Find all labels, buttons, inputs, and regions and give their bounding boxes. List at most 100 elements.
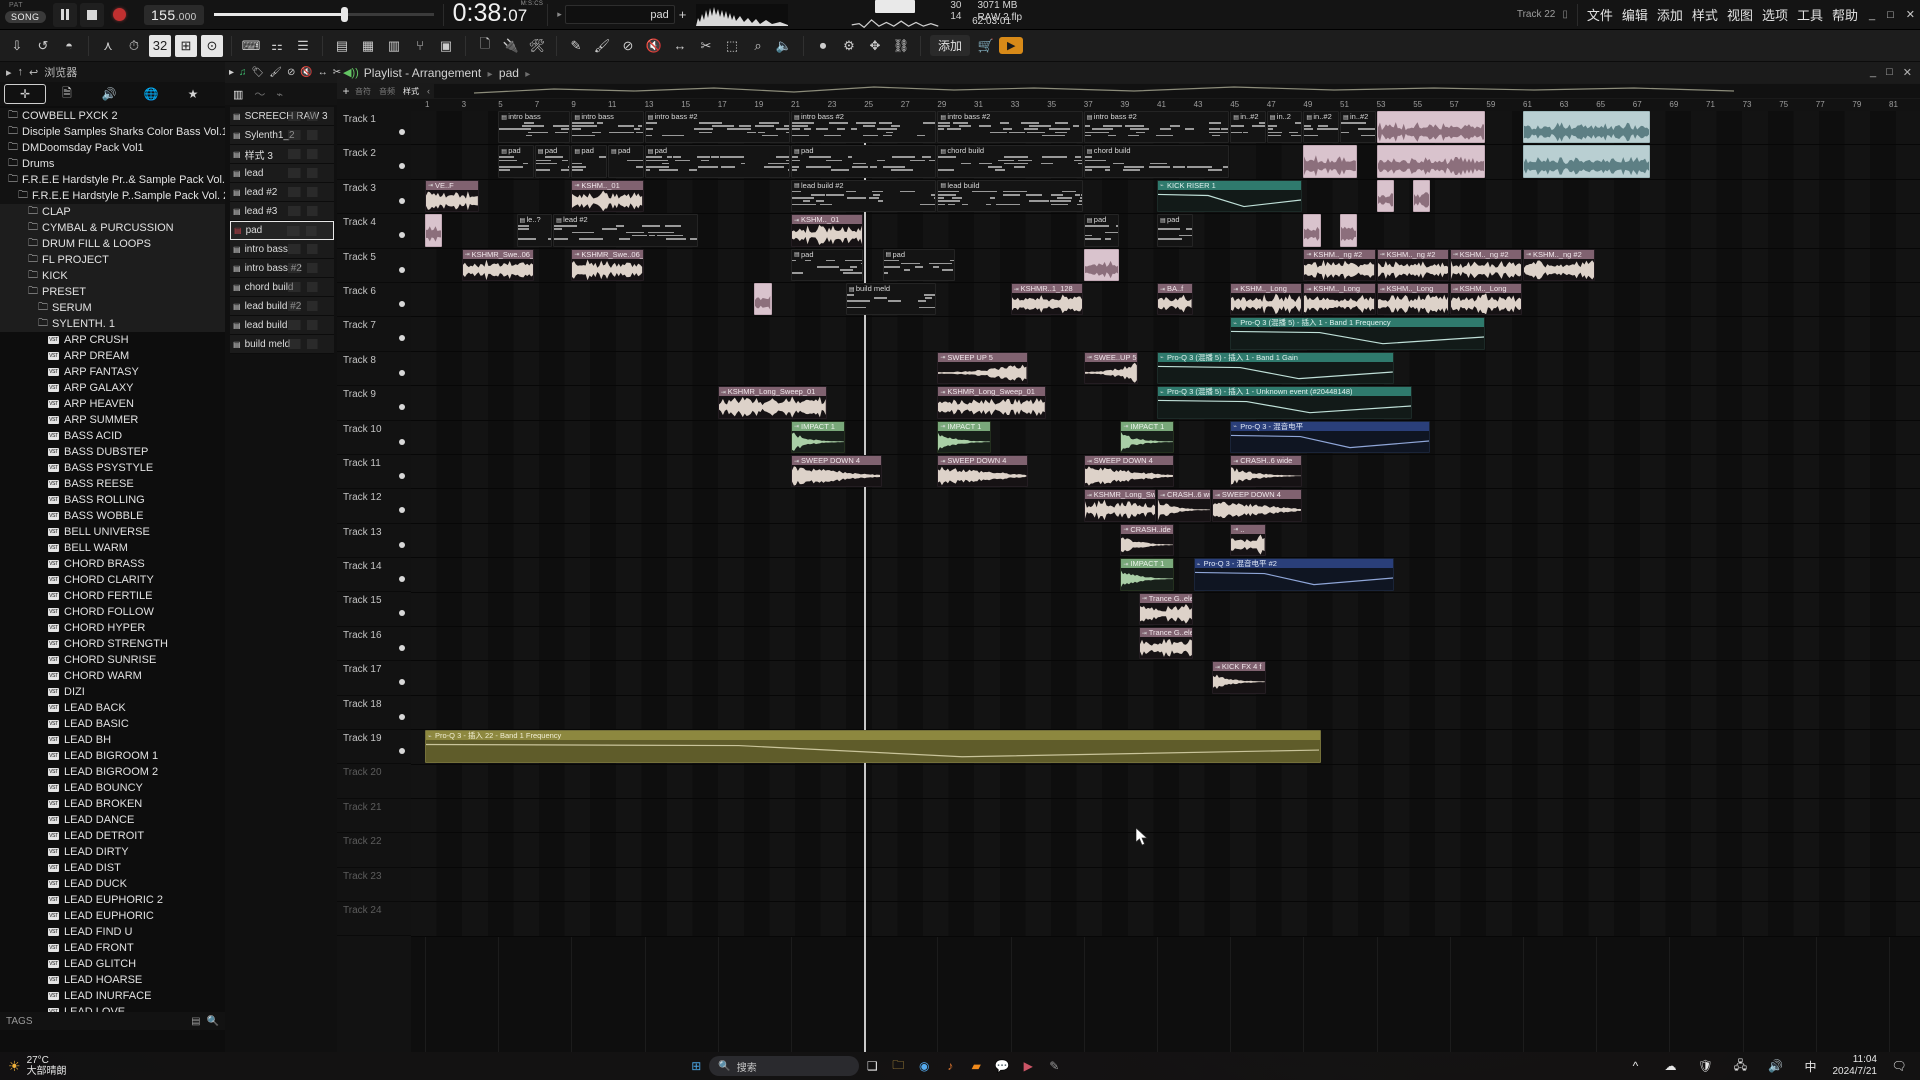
slip-tool-icon[interactable]: ↔ [669,35,691,57]
clip-handle-icon[interactable]: ▤ [940,114,946,122]
browser-tree-item[interactable]: 🗀 Disciple Samples Sharks Color Bass Vol.… [0,124,225,140]
track-header[interactable]: Track 16 [337,627,411,662]
browser-back-icon[interactable]: ↩ [29,66,38,79]
playlist-clip[interactable] [1303,214,1321,247]
chevron-right-icon[interactable]: ▸ [229,67,234,78]
track-header[interactable]: Track 7 [337,317,411,352]
playlist-clip[interactable]: intro bass #2 ▤ [1083,111,1230,144]
clip-handle-icon[interactable]: ▤ [648,114,654,122]
playlist-lane[interactable] [411,833,1920,868]
move-icon[interactable]: ✥ [864,35,886,57]
browser-tree-item[interactable]: VST LEAD FIND U [0,924,225,940]
playlist-clip[interactable]: pad ▤ [571,145,607,178]
add-menu-button[interactable]: 添加 [930,35,971,56]
playlist-clip[interactable]: intro bass ▤ [498,111,571,144]
browser-tree-item[interactable]: 🗀 CYMBAL & PURCUSSION [0,220,225,236]
tray-shield-icon[interactable]: 🛡 [1695,1055,1717,1077]
weather-widget[interactable]: ☀ 27°C 大部晴朗 [8,1055,128,1077]
tag-icon[interactable]: 🏷 [252,67,265,78]
track-led[interactable] [399,679,405,686]
video-app-icon[interactable]: ▶ [1017,1055,1039,1077]
fl-studio-app-icon[interactable]: ▰ [965,1055,987,1077]
clip-handle-icon[interactable]: ⇥ [1087,354,1092,362]
pattern-list-item[interactable]: ▤ SCREECH RAW 3 [230,107,334,126]
clip-handle-icon[interactable]: ⇥ [1087,458,1092,466]
playlist-clip[interactable]: in..#2 ▤ [1303,111,1339,144]
paint-icon[interactable]: 🖌 [269,67,282,78]
playlist-clip[interactable]: IMPACT 1 ⇥ [791,420,845,453]
playlist-clip[interactable]: Pro-Q 3 (混播 5) - 插入 1 - Unknown event (#… [1157,386,1413,419]
clip-handle-icon[interactable]: ⇥ [1306,251,1311,259]
pattern-mode-label[interactable]: PAT [9,2,23,9]
playlist-clip[interactable]: KSHM.._ng #2 ⇥ [1523,248,1596,281]
track-led[interactable] [399,232,405,239]
playlist-clip[interactable]: CRASH..6 wide⇥ [1230,455,1303,488]
browser-tree-item[interactable]: VST LEAD BIGROOM 2 [0,764,225,780]
menu-item-6[interactable]: 工具 [1797,5,1823,24]
playlist-clip[interactable]: intro bass #2 ▤ [937,111,1083,144]
clip-handle-icon[interactable]: ⌁ [1233,320,1237,328]
browser-tree-item[interactable]: VST CHORD CLARITY [0,572,225,588]
browser-tree-item[interactable]: VST CHORD FERTILE [0,588,225,604]
browser-tree-item[interactable]: VST LEAD HOARSE [0,972,225,988]
browser-tree-item[interactable]: 🗀 FL PROJECT [0,252,225,268]
clip-handle-icon[interactable]: ⌁ [1233,423,1237,431]
render-button[interactable]: ▶ [999,37,1024,54]
lane-chip-pattern[interactable]: 样式 [403,86,419,97]
browser-tree-item[interactable]: VST LEAD DETROIT [0,828,225,844]
clip-handle-icon[interactable]: ▤ [501,148,507,156]
playlist-clip[interactable]: lead build ▤ [937,179,1083,213]
track-header[interactable]: Track 19 [337,730,411,765]
track-led[interactable] [399,163,405,170]
clip-handle-icon[interactable]: ▤ [886,251,892,259]
playlist-clip[interactable] [1376,111,1486,144]
clip-handle-icon[interactable]: ⇥ [1233,526,1238,534]
add-pattern-button[interactable]: + [679,7,687,22]
track-header[interactable]: Track 12 [337,489,411,524]
playlist-clip[interactable]: pad ▤ [791,145,937,178]
browser-tree[interactable]: 🗀 COWBELL PXCK 2 🗀 Disciple Samples Sharks … [0,106,225,1036]
mute-tool-icon[interactable]: 🔇 [643,35,665,57]
cart-icon[interactable]: 🛒 [975,35,997,57]
browser-tree-item[interactable]: VST LEAD BOUNCY [0,780,225,796]
music-app-icon[interactable]: ♪ [939,1055,961,1077]
playlist-clip[interactable]: CRASH..6 wide⇥ [1157,489,1211,522]
browser-tree-item[interactable]: 🗀 PRESET [0,284,225,300]
playlist-ruler[interactable]: 1 3 5 7 9 11 13 15 17 19 21 23 25 27 29 31 33 35 37 39 41 43 4… [337,99,1920,111]
clip-handle-icon[interactable]: ▤ [520,217,526,225]
browser-tree-item[interactable]: VST CHORD BRASS [0,556,225,572]
clip-handle-icon[interactable]: ⇥ [1380,251,1385,259]
knob-icon[interactable]: ◓ [58,35,80,57]
track-header[interactable]: Track 24 [337,902,411,937]
playlist-clip[interactable]: in..#2 ▤ [1230,111,1266,144]
browser-tree-item[interactable]: VST CHORD SUNRISE [0,652,225,668]
tempo-display[interactable]: 155.000 [139,0,209,30]
slice-icon[interactable]: ✂ [333,67,341,78]
track-header[interactable]: Track 9 [337,386,411,421]
maximize-button[interactable]: □ [1887,9,1894,21]
playlist-clip[interactable]: pad ▤ [498,145,534,178]
playlist-clip[interactable]: SWEEP DOWN 4 ⇥ [937,455,1028,488]
track-led[interactable] [399,438,405,445]
tray-volume-icon[interactable]: 🔊 [1765,1055,1787,1077]
playlist-clip[interactable]: SWEEP DOWN 4 ⇥ [791,455,882,488]
clip-handle-icon[interactable]: ▤ [1087,148,1093,156]
pattern-list-item[interactable]: ▤ build meld [230,335,334,354]
browser-tree-item[interactable]: VST BELL UNIVERSE [0,524,225,540]
pattern-list-item[interactable]: ▤ lead [230,164,334,183]
browser-tree-item[interactable]: VST LEAD INURFACE [0,988,225,1004]
clip-handle-icon[interactable]: ⇥ [940,423,945,431]
playlist-clip[interactable]: le..? ▤ [516,214,553,247]
pattern-list-item[interactable]: ▤ lead #2 [230,183,334,202]
browser-tree-item[interactable]: VST BASS DUBSTEP [0,444,225,460]
browser-tab-globe[interactable]: 🌐 [130,84,172,104]
playlist-clip[interactable]: pad ▤ [644,145,790,178]
new-file-icon[interactable]: 🗋 [474,35,496,57]
playlist-clip[interactable] [1303,145,1358,178]
minimize-button[interactable]: _ [1869,9,1875,21]
clip-handle-icon[interactable]: ⇥ [465,251,470,259]
playlist-overview-strip[interactable] [434,84,1920,98]
playlist-clip[interactable]: KSHMR_Swe..06_Complex⇥ [571,248,644,281]
multilink-icon[interactable]: ⚏ [266,35,288,57]
browser-tree-item[interactable]: VST BASS PSYSTYLE [0,460,225,476]
